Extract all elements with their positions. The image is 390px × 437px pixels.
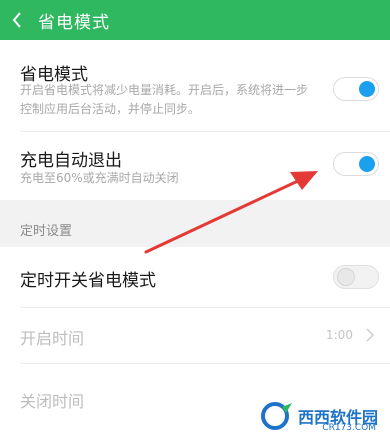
site-logo-icon — [260, 402, 292, 430]
toggle-knob — [359, 81, 375, 97]
watermark-logo: 西西软件园 CR173.COM — [260, 401, 378, 433]
battery-settings-card: 省电模式 开启省电模式将减少电量消耗。开启后，系统将进一步控制应用后台活动，并停… — [0, 40, 390, 200]
app-bar: 省电模式 — [0, 0, 390, 40]
timer-toggle-row[interactable]: 定时开关省电模式 — [0, 247, 390, 307]
toggle-knob — [337, 268, 355, 286]
auto-exit-row[interactable]: 充电自动退出 充电至60%或充满时自动关闭 — [0, 132, 390, 200]
toggle-knob — [359, 156, 375, 172]
auto-exit-description: 充电至60%或充满时自动关闭 — [20, 171, 179, 185]
back-button[interactable] — [0, 0, 34, 40]
power-saving-toggle[interactable] — [333, 77, 379, 101]
start-time-value: 1:00 — [326, 328, 353, 342]
chevron-left-icon — [12, 12, 21, 28]
start-time-label: 开启时间 — [20, 329, 85, 348]
auto-exit-toggle[interactable] — [333, 152, 379, 176]
timer-toggle[interactable] — [333, 265, 379, 289]
power-saving-description: 开启省电模式将减少电量消耗。开启后，系统将进一步控制应用后台活动，并停止同步。 — [20, 83, 309, 116]
timer-toggle-title: 定时开关省电模式 — [20, 271, 156, 291]
auto-exit-title: 充电自动退出 — [20, 151, 122, 171]
watermark-url: CR173.COM — [322, 423, 376, 433]
end-time-label: 关闭时间 — [20, 392, 85, 411]
page-title: 省电模式 — [38, 12, 110, 33]
start-time-row[interactable]: 开启时间 1:00 — [0, 308, 390, 363]
power-saving-row[interactable]: 省电模式 开启省电模式将减少电量消耗。开启后，系统将进一步控制应用后台活动，并停… — [0, 40, 390, 124]
section-title-schedule: 定时设置 — [20, 224, 73, 239]
chevron-right-icon — [366, 328, 374, 342]
